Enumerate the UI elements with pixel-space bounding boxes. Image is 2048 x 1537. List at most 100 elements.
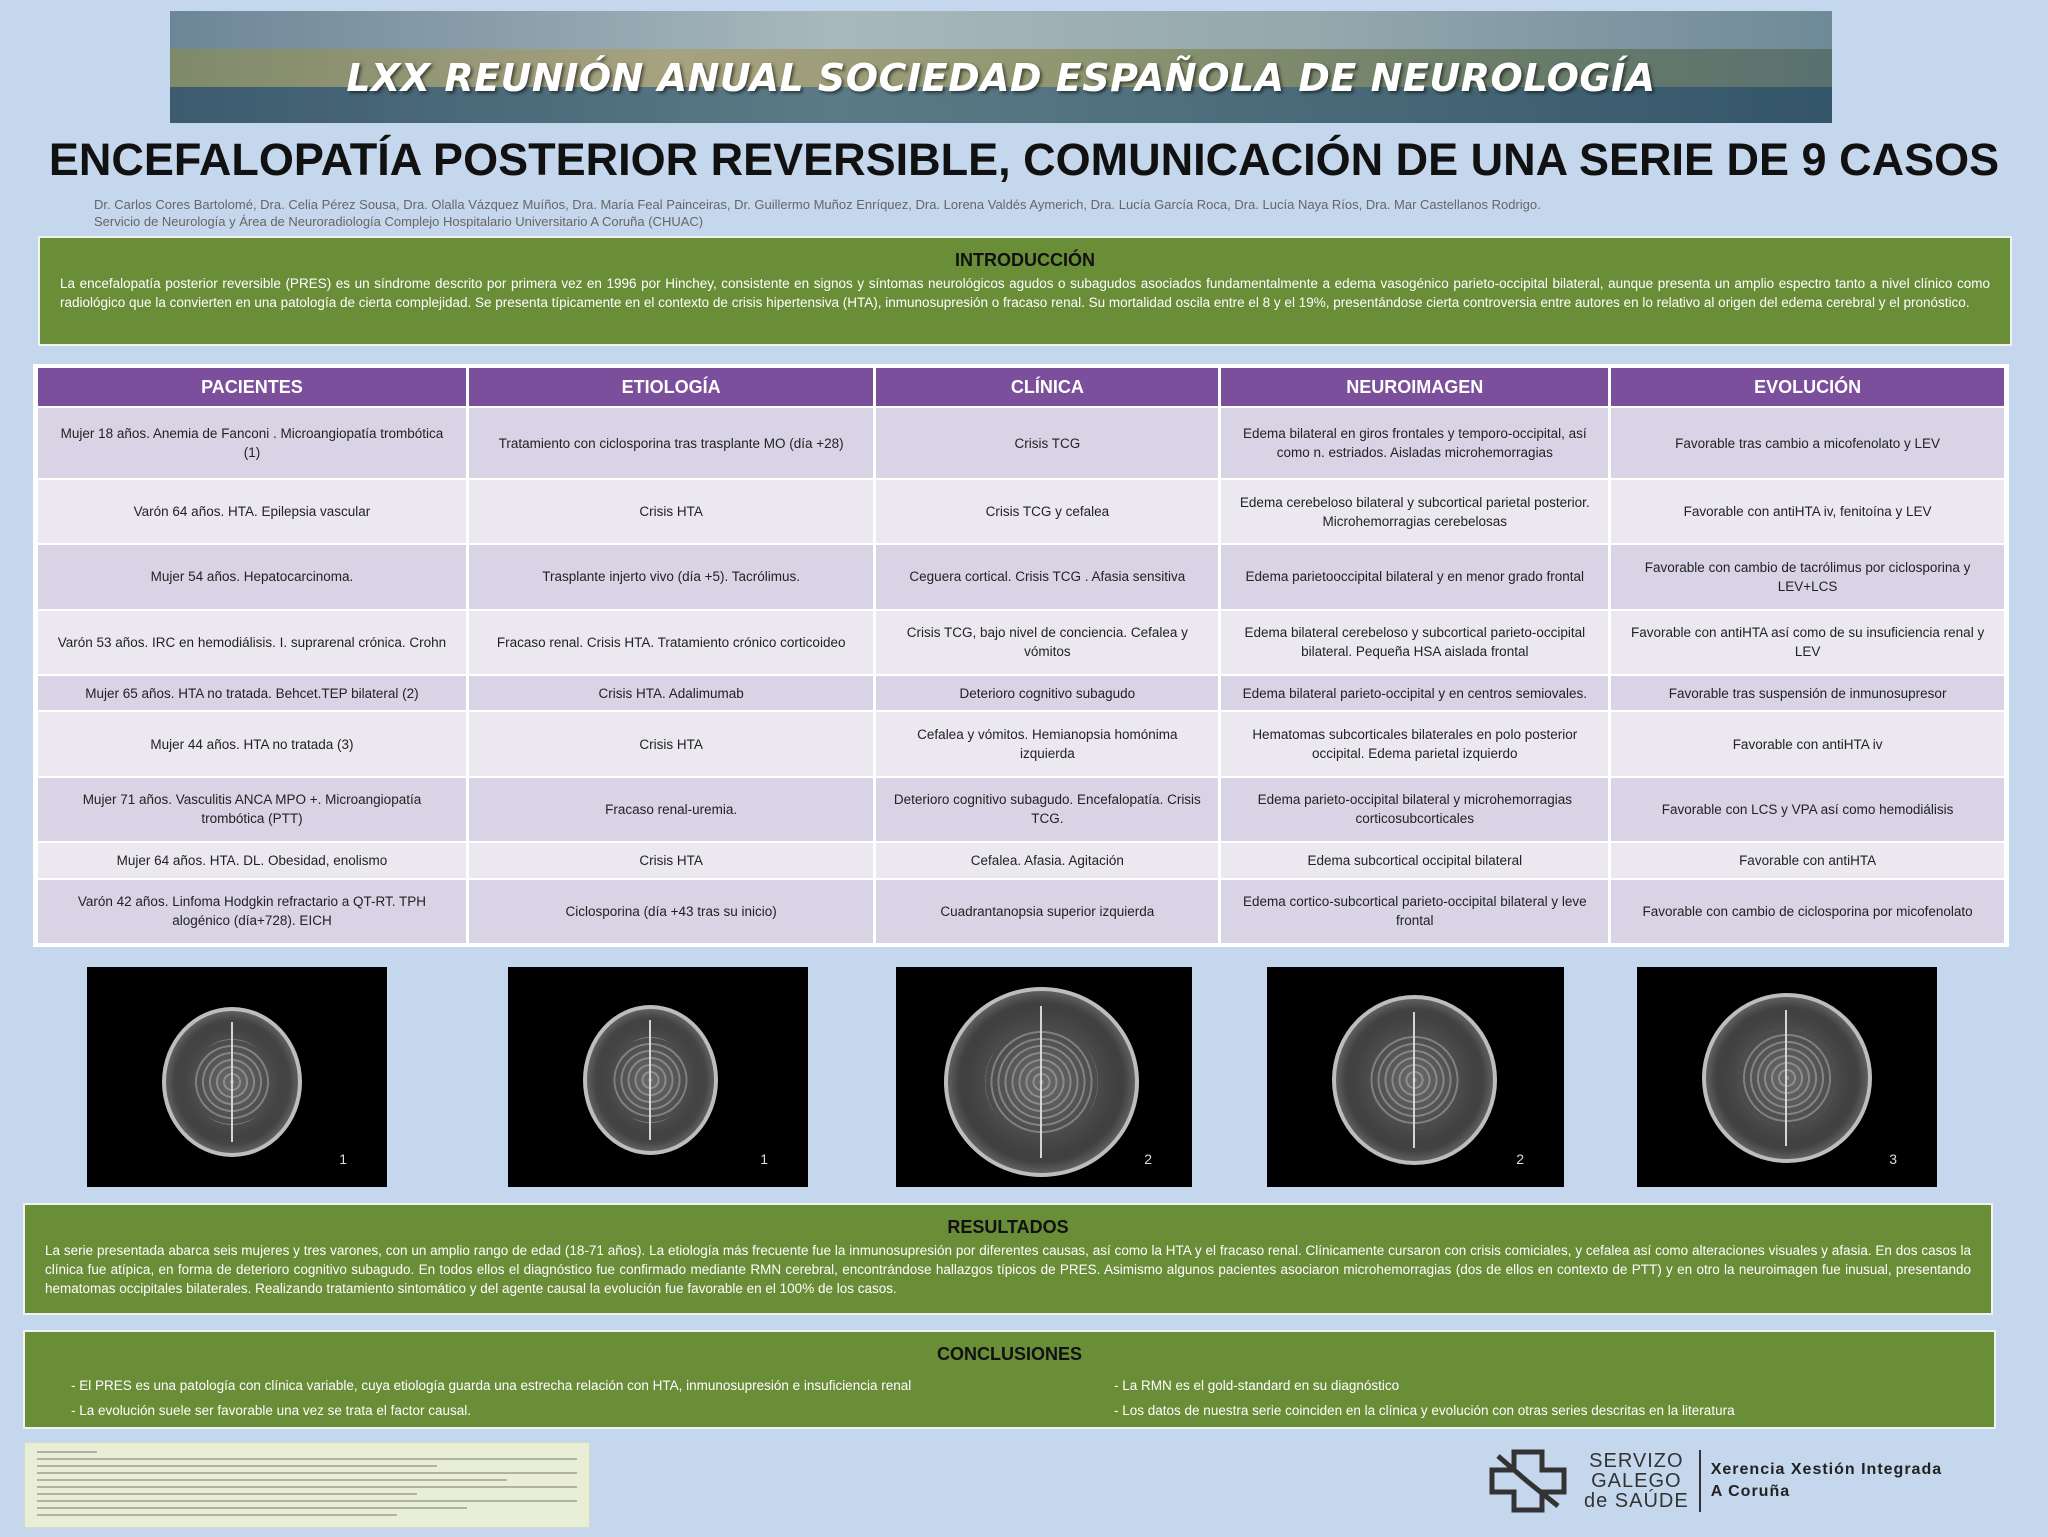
banner-title: LXX REUNIÓN ANUAL SOCIEDAD ESPAÑOLA DE N… — [346, 56, 1656, 100]
cases-table: PACIENTES ETIOLOGÍA CLÍNICA NEUROIMAGEN … — [33, 364, 2009, 947]
sergas-cross-icon — [1489, 1449, 1567, 1513]
table-cell: Ceguera cortical. Crisis TCG . Afasia se… — [876, 545, 1219, 609]
table-cell: Edema parieto-occipital bilateral y micr… — [1221, 777, 1609, 842]
table-cell: Mujer 18 años. Anemia de Fanconi . Micro… — [38, 408, 466, 478]
table-cell: Ciclosporina (día +43 tras su inicio) — [468, 879, 874, 943]
authors: Dr. Carlos Cores Bartolomé, Dra. Celia P… — [94, 196, 1541, 230]
column-header-pacientes: PACIENTES — [38, 368, 466, 406]
table-cell: Crisis HTA — [468, 712, 874, 776]
table-cell: Favorable tras cambio a micofenolato y L… — [1611, 408, 2004, 478]
table-cell: Varón 42 años. Linfoma Hodgkin refractar… — [38, 879, 466, 943]
logo-text: A Coruña — [1710, 1483, 1791, 1500]
table-cell: Crisis TCG y cefalea — [876, 480, 1219, 544]
mri-image: 1 — [508, 967, 808, 1187]
sergas-logo: SERVIZO GALEGO de SAÚDE Xerencia Xestión… — [1488, 1445, 2008, 1517]
table-cell: Fracaso renal. Crisis HTA. Tratamiento c… — [468, 610, 874, 674]
table-row: Mujer 64 años. HTA. DL. Obesidad, enolis… — [38, 843, 2004, 878]
table-cell: Tratamiento con ciclosporina tras traspl… — [468, 408, 874, 478]
poster-title: ENCEFALOPATÍA POSTERIOR REVERSIBLE, COMU… — [48, 134, 2000, 185]
logo-text: de SAÚDE — [1584, 1490, 1689, 1512]
mri-image: 1 — [87, 967, 387, 1187]
mri-image: 2 — [1267, 967, 1564, 1187]
table-row: Varón 42 años. Linfoma Hodgkin refractar… — [38, 879, 2004, 943]
image-label: 1 — [760, 1151, 768, 1167]
references-box — [24, 1442, 590, 1528]
conclusion-item: - El PRES es una patología con clínica v… — [71, 1378, 912, 1393]
table-cell: Edema cortico-subcortical parieto-occipi… — [1221, 879, 1609, 943]
table-cell: Trasplante injerto vivo (día +5). Tacról… — [468, 545, 874, 609]
table-cell: Crisis HTA — [468, 480, 874, 544]
conclusions-heading: CONCLUSIONES — [936, 1344, 1082, 1364]
table-cell: Cefalea y vómitos. Hemianopsia homónima … — [876, 712, 1219, 776]
image-label: 2 — [1516, 1151, 1524, 1167]
conclusions-right: - La RMN es el gold-standard en su diagn… — [1114, 1373, 1934, 1423]
table-cell: Favorable con antiHTA iv — [1611, 712, 2004, 776]
table-cell: Mujer 64 años. HTA. DL. Obesidad, enolis… — [38, 843, 466, 878]
table-cell: Favorable con cambio de tacrólimus por c… — [1611, 545, 2004, 609]
table-cell: Edema bilateral cerebeloso y subcortical… — [1221, 610, 1609, 674]
table-cell: Crisis HTA — [468, 843, 874, 878]
image-label: 3 — [1889, 1151, 1897, 1167]
table-cell: Crisis TCG — [876, 408, 1219, 478]
affiliation-line: Servicio de Neurología y Área de Neurora… — [94, 214, 704, 229]
table-cell: Fracaso renal-uremia. — [468, 777, 874, 842]
mri-image: 3 — [1637, 967, 1937, 1187]
table-cell: Edema bilateral parieto-occipital y en c… — [1221, 675, 1609, 711]
conclusion-item: - La evolución suele ser favorable una v… — [71, 1403, 471, 1418]
table-cell: Edema parietooccipital bilateral y en me… — [1221, 545, 1609, 609]
table-cell: Deterioro cognitivo subagudo — [876, 675, 1219, 711]
table-cell: Hematomas subcorticales bilaterales en p… — [1221, 712, 1609, 776]
table-header-row: PACIENTES ETIOLOGÍA CLÍNICA NEUROIMAGEN … — [38, 368, 2004, 406]
table-cell: Mujer 71 años. Vasculitis ANCA MPO +. Mi… — [38, 777, 466, 842]
table-cell: Mujer 65 años. HTA no tratada. Behcet.TE… — [38, 675, 466, 711]
conclusion-item: - La RMN es el gold-standard en su diagn… — [1114, 1378, 1400, 1393]
table-cell: Favorable con antiHTA — [1611, 843, 2004, 878]
intro-text: La encefalopatía posterior reversible (P… — [60, 276, 1990, 310]
column-header-etiologia: ETIOLOGÍA — [468, 368, 874, 406]
table-cell: Favorable tras suspensión de inmunosupre… — [1611, 675, 2004, 711]
table-cell: Varón 64 años. HTA. Epilepsia vascular — [38, 480, 466, 544]
brain-scan-graphic — [583, 1005, 718, 1155]
brain-scan-graphic — [944, 987, 1139, 1177]
authors-line: Dr. Carlos Cores Bartolomé, Dra. Celia P… — [94, 197, 1541, 212]
table-cell: Edema cerebeloso bilateral y subcortical… — [1221, 480, 1609, 544]
table-row: Varón 64 años. HTA. Epilepsia vascular C… — [38, 480, 2004, 544]
table-cell: Favorable con antiHTA iv, fenitoína y LE… — [1611, 480, 2004, 544]
image-label: 1 — [339, 1151, 347, 1167]
logo-text: Xerencia Xestión Integrada — [1710, 1461, 1943, 1478]
table-cell: Deterioro cognitivo subagudo. Encefalopa… — [876, 777, 1219, 842]
header-banner: LXX REUNIÓN ANUAL SOCIEDAD ESPAÑOLA DE N… — [170, 11, 1832, 123]
table-cell: Favorable con antiHTA así como de su ins… — [1611, 610, 2004, 674]
logo-divider — [1698, 1450, 1701, 1512]
table-cell: Crisis HTA. Adalimumab — [468, 675, 874, 711]
intro-heading: INTRODUCCIÓN — [955, 250, 1095, 270]
banner-sky — [170, 11, 1832, 49]
table-cell: Cuadrantanopsia superior izquierda — [876, 879, 1219, 943]
conclusions-section: CONCLUSIONES - El PRES es una patología … — [23, 1330, 1996, 1429]
table-cell: Mujer 44 años. HTA no tratada (3) — [38, 712, 466, 776]
conclusions-left: - El PRES es una patología con clínica v… — [71, 1373, 911, 1423]
table-cell: Varón 53 años. IRC en hemodiálisis. I. s… — [38, 610, 466, 674]
logo-text: GALEGO — [1591, 1470, 1682, 1492]
mri-image: 2 — [896, 967, 1192, 1187]
table-cell: Favorable con cambio de ciclosporina por… — [1611, 879, 2004, 943]
column-header-evolucion: EVOLUCIÓN — [1611, 368, 2004, 406]
conclusion-item: - Los datos de nuestra serie coinciden e… — [1114, 1403, 1735, 1418]
brain-scan-graphic — [1702, 993, 1872, 1163]
table-row: Mujer 54 años. Hepatocarcinoma. Trasplan… — [38, 545, 2004, 609]
table-row: Mujer 44 años. HTA no tratada (3) Crisis… — [38, 712, 2004, 776]
results-heading: RESULTADOS — [947, 1217, 1069, 1237]
table-cell: Cefalea. Afasia. Agitación — [876, 843, 1219, 878]
table-row: Mujer 71 años. Vasculitis ANCA MPO +. Mi… — [38, 777, 2004, 842]
column-header-neuroimagen: NEUROIMAGEN — [1221, 368, 1609, 406]
table-cell: Mujer 54 años. Hepatocarcinoma. — [38, 545, 466, 609]
brain-scan-graphic — [1332, 995, 1497, 1165]
table-row: Mujer 18 años. Anemia de Fanconi . Micro… — [38, 408, 2004, 478]
logo-text: SERVIZO — [1589, 1450, 1684, 1472]
table-cell: Edema bilateral en giros frontales y tem… — [1221, 408, 1609, 478]
sergas-wordmark: SERVIZO GALEGO de SAÚDE — [1584, 1451, 1689, 1511]
table-cell: Favorable con LCS y VPA así como hemodiá… — [1611, 777, 2004, 842]
table-cell: Crisis TCG, bajo nivel de conciencia. Ce… — [876, 610, 1219, 674]
xerencia-label: Xerencia Xestión Integrada A Coruña — [1711, 1459, 1942, 1503]
brain-scan-graphic — [162, 1007, 302, 1157]
